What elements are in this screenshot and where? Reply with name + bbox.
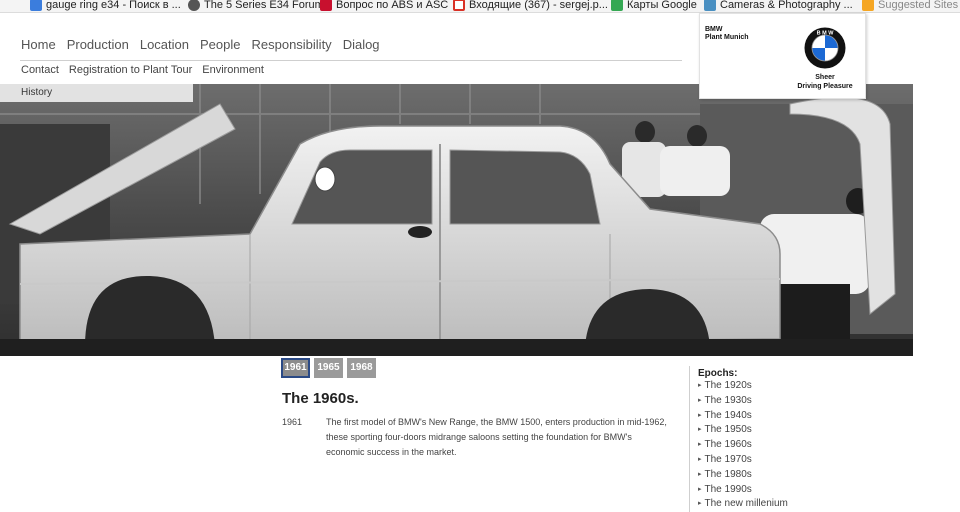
year-tabs: 1961 1965 1968 [281,358,376,378]
factory-photo-illustration [0,84,913,356]
bookmarks-bar: gauge ring e34 - Поиск в ... The 5 Serie… [0,0,960,13]
nav-divider [20,60,682,61]
epoch-1930s[interactable]: The 1930s [698,394,889,409]
nav-contact[interactable]: Contact [21,64,59,76]
main-menu: Home Production Location People Responsi… [21,37,380,52]
camera-icon [704,0,716,12]
nav-home[interactable]: Home [21,37,56,52]
epochs-title: Epochs: [698,368,738,379]
year-tab-1961[interactable]: 1961 [281,358,310,378]
bmw-roundel-logo: B M W [804,27,846,69]
epoch-new-millenium[interactable]: The new millenium [698,497,889,512]
bookmark-forum[interactable]: The 5 Series E34 Forum [188,0,324,12]
drive2-icon [320,0,332,12]
roundel-text: B M W [817,30,835,36]
suggested-icon [862,0,874,12]
bookmark-cameras[interactable]: Cameras & Photography ... [704,0,853,12]
year-tab-1968[interactable]: 1968 [347,358,376,378]
year-tab-1965[interactable]: 1965 [314,358,343,378]
nav-location[interactable]: Location [140,37,189,52]
era-title: The 1960s. [282,390,359,407]
maps-icon [611,0,623,12]
google-icon [30,0,42,12]
nav-environment[interactable]: Environment [202,64,264,76]
epoch-1920s[interactable]: The 1920s [698,379,889,394]
nav-registration[interactable]: Registration to Plant Tour [69,64,192,76]
bookmark-gmail[interactable]: Входящие (367) - sergej.p... [453,0,608,12]
entry-text: The first model of BMW's New Range, the … [326,417,667,457]
epoch-1990s[interactable]: The 1990s [698,483,889,498]
epoch-1960s[interactable]: The 1960s [698,438,889,453]
plant-label: BMW Plant Munich [705,26,749,41]
forum-icon [188,0,200,12]
epochs-sidebar: Epochs: The 1920s The 1930s The 1940s Th… [689,366,889,512]
nav-history[interactable]: History [0,84,193,102]
epoch-1970s[interactable]: The 1970s [698,453,889,468]
nav-responsibility[interactable]: Responsibility [251,37,331,52]
slogan: Sheer Driving Pleasure [797,74,853,90]
epoch-1980s[interactable]: The 1980s [698,468,889,483]
bookmark-google[interactable]: gauge ring e34 - Поиск в ... [30,0,181,12]
entry-year: 1961 [282,417,303,427]
brand-box[interactable]: BMW Plant Munich B M W Sheer Driving Ple… [699,13,866,99]
nav-people[interactable]: People [200,37,240,52]
bookmark-maps[interactable]: Карты Google [611,0,697,12]
epoch-1940s[interactable]: The 1940s [698,409,889,424]
bookmark-suggested[interactable]: Suggested Sites [862,0,958,12]
sub-menu: Contact Registration to Plant Tour Envir… [21,64,264,76]
epoch-1950s[interactable]: The 1950s [698,423,889,438]
nav-dialog[interactable]: Dialog [343,37,380,52]
gmail-icon [453,0,465,12]
bookmark-drive2[interactable]: Вопрос по ABS и ASC [320,0,448,12]
hero-photo [0,84,913,356]
nav-production[interactable]: Production [67,37,129,52]
